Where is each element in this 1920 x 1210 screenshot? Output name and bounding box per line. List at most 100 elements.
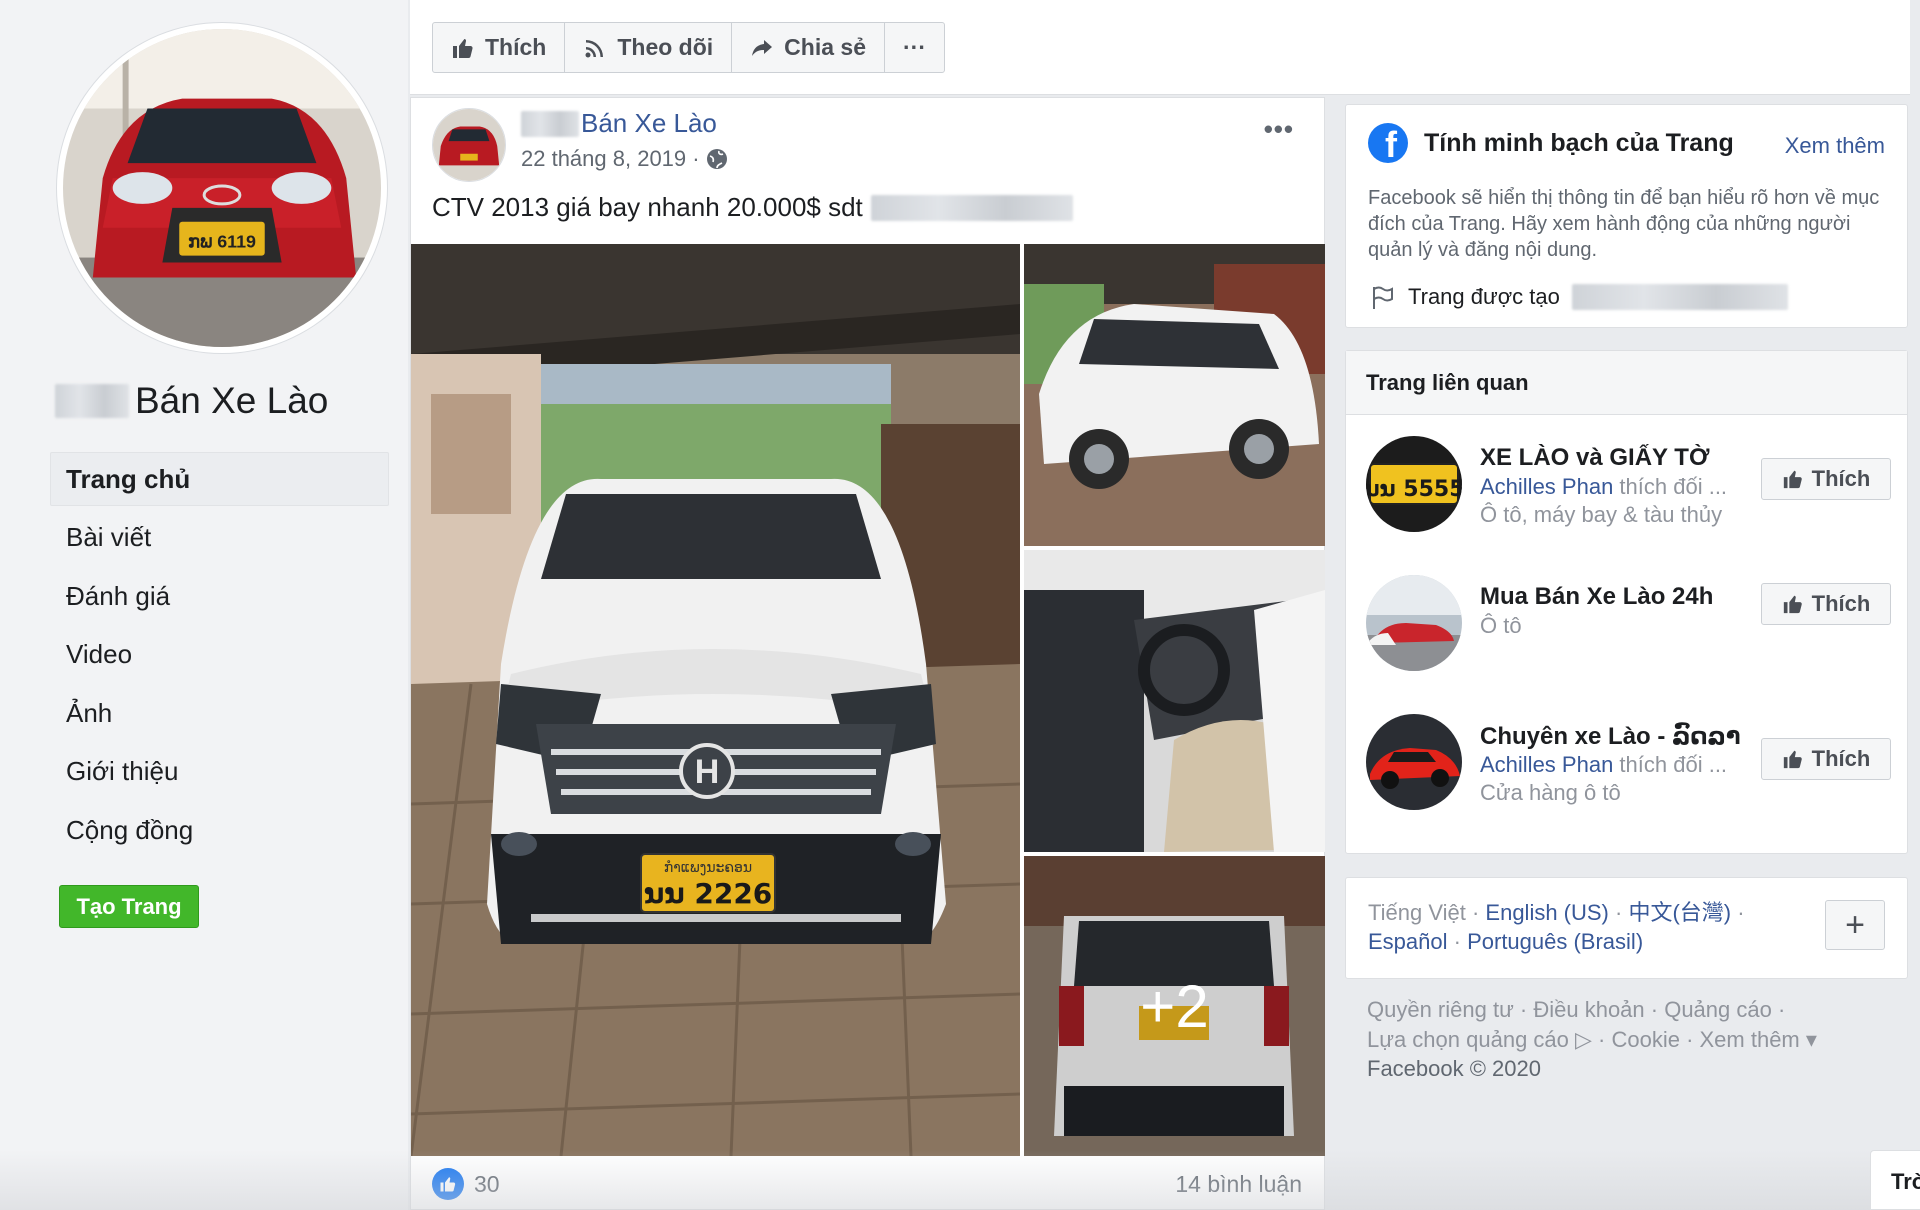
page-action-bar: Thích Theo dõi Chia sẻ ··· [410, 0, 1910, 95]
related-page-item: Chuyên xe Lào - ລົດລາ... Achilles Phan t… [1366, 714, 1891, 814]
related-page-category: Cửa hàng ô tô [1480, 780, 1621, 805]
redacted-phone [870, 194, 1073, 221]
related-page-item: ນນ 5555 XE LÀO và GIẤY TỜ Achilles Phan … [1366, 436, 1891, 536]
white-suv-front-image: H ກໍາແພງນະຄອນ ນນ 2226 [411, 244, 1020, 1156]
related-page-item: Mua Bán Xe Lào 24h Ô tô Thích [1366, 575, 1891, 675]
post-author-name[interactable]: Bán Xe Lào [581, 108, 717, 139]
left-column: ກພ 6119 Bán Xe Lào Trang chủ Bài viết Đá… [0, 0, 408, 1210]
white-suv-side-image [1024, 244, 1325, 546]
nav-item-videos[interactable]: Video [50, 628, 389, 682]
page-transparency-card: f Tính minh bạch của Trang Xem thêm Face… [1345, 104, 1908, 328]
like-count: 30 [474, 1170, 500, 1197]
license-plate-avatar-image: ນນ 5555 [1366, 436, 1462, 532]
post-photo-3[interactable] [1024, 550, 1325, 852]
more-photos-overlay[interactable]: +2 [1024, 856, 1325, 1156]
post-options-icon[interactable]: ••• [1264, 114, 1294, 145]
related-page-name[interactable]: Chuyên xe Lào - ລົດລາ... [1480, 722, 1740, 751]
nav-item-about[interactable]: Giới thiệu [50, 745, 389, 799]
page-name[interactable]: Bán Xe Lào [55, 380, 328, 422]
page-name-text[interactable]: Bán Xe Lào [135, 380, 328, 422]
nav-item-reviews[interactable]: Đánh giá [50, 569, 389, 623]
nav-item-home[interactable]: Trang chủ [50, 452, 389, 506]
language-link[interactable]: English (US) [1485, 900, 1608, 925]
globe-icon [706, 149, 727, 169]
related-page-like-button[interactable]: Thích [1761, 583, 1891, 625]
profile-picture[interactable]: ກພ 6119 [57, 23, 387, 353]
more-options-button[interactable]: ··· [885, 23, 944, 72]
current-language: Tiếng Việt [1368, 900, 1466, 925]
related-page-name[interactable]: XE LÀO và GIẤY TỜ [1480, 444, 1740, 472]
post-author-avatar[interactable] [432, 108, 506, 182]
transparency-see-more-link[interactable]: Xem thêm [1785, 133, 1885, 159]
post-photo-2[interactable] [1024, 244, 1325, 546]
post-photo-4[interactable]: +2 [1024, 856, 1325, 1156]
red-car-image: ກພ 6119 [63, 29, 381, 347]
redacted-author-prefix [521, 110, 579, 137]
facebook-logo-icon: f [1368, 123, 1408, 163]
related-page-avatar[interactable]: ນນ 5555 [1366, 436, 1462, 532]
chat-corner-tab[interactable]: Trò [1870, 1150, 1920, 1210]
related-pages-title: Trang liên quan [1346, 351, 1907, 415]
related-pages-card: Trang liên quan ນນ 5555 XE LÀO và GIẤY T… [1345, 350, 1908, 854]
page-created-row: Trang được tạo [1368, 283, 1788, 311]
related-page-avatar[interactable] [1366, 575, 1462, 671]
like-label: Thích [1811, 746, 1871, 771]
svg-text:H: H [695, 753, 720, 791]
language-list: Tiếng Việt · English (US) · 中文(台灣) · Esp… [1368, 898, 1798, 956]
post-text: CTV 2013 giá bay nhanh 20.000$ sdt [432, 192, 1073, 223]
related-page-like-button[interactable]: Thích [1761, 458, 1891, 500]
transparency-description: Facebook sẽ hiển thị thông tin để bạn hi… [1368, 187, 1880, 261]
svg-text:ນນ 5555: ນນ 5555 [1366, 477, 1462, 502]
follow-button[interactable]: Theo dõi [565, 23, 733, 72]
like-label: Thích [1811, 466, 1871, 491]
like-reaction-icon [432, 1168, 464, 1200]
nav-item-community[interactable]: Cộng đồng [50, 803, 389, 857]
share-label: Chia sẻ [784, 34, 866, 60]
post-timestamp[interactable]: 22 tháng 8, 2019 · [521, 146, 728, 172]
post-footer: 30 14 bình luận [411, 1156, 1324, 1210]
thumbs-up-icon [1783, 470, 1802, 489]
share-button[interactable]: Chia sẻ [732, 23, 885, 72]
separator: · [1447, 929, 1468, 954]
language-link[interactable]: Português (Brasil) [1467, 929, 1643, 954]
thumbs-up-icon [1783, 595, 1802, 614]
like-label: Thích [1811, 591, 1871, 616]
language-link[interactable]: 中文(台灣) [1628, 900, 1731, 925]
suv-interior-image [1024, 550, 1325, 852]
related-page-like-button[interactable]: Thích [1761, 738, 1891, 780]
like-page-button[interactable]: Thích [433, 23, 566, 72]
post-photo-main[interactable]: H ກໍາແພງນະຄອນ ນນ 2226 [411, 244, 1020, 1156]
liker-suffix: thích đối ... [1613, 474, 1728, 499]
nav-item-photos[interactable]: Ảnh [50, 686, 389, 740]
comment-count[interactable]: 14 bình luận [1175, 1171, 1302, 1198]
more-dots-icon: ··· [903, 34, 926, 60]
red-sports-car-avatar-image [1366, 714, 1462, 810]
liker-link[interactable]: Achilles Phan [1480, 474, 1613, 499]
related-page-avatar[interactable] [1366, 714, 1462, 810]
add-language-button[interactable]: + [1825, 900, 1885, 950]
footer-links-line2[interactable]: Lựa chọn quảng cáo ▷ · Cookie · Xem thêm… [1367, 1025, 1887, 1055]
footer-links-line1[interactable]: Quyền riêng tư · Điều khoản · Quảng cáo … [1367, 995, 1887, 1025]
svg-text:ກໍາແພງນະຄອນ: ກໍາແພງນະຄອນ [664, 860, 752, 876]
related-page-name[interactable]: Mua Bán Xe Lào 24h [1480, 583, 1740, 611]
post-author[interactable]: Bán Xe Lào [521, 108, 717, 139]
action-button-group: Thích Theo dõi Chia sẻ ··· [432, 22, 945, 73]
car-lot-avatar-image [1366, 575, 1462, 671]
transparency-header: f Tính minh bạch của Trang [1368, 123, 1734, 163]
like-label: Thích [485, 34, 547, 60]
language-card: Tiếng Việt · English (US) · 中文(台灣) · Esp… [1345, 877, 1908, 979]
create-page-button[interactable]: Tạo Trang [59, 885, 199, 928]
post-card: Bán Xe Lào 22 tháng 8, 2019 · ••• CTV 20… [410, 97, 1325, 1210]
svg-text:ນນ 2226: ນນ 2226 [644, 877, 773, 910]
reaction-count[interactable]: 30 [432, 1168, 500, 1200]
related-page-category: Ô tô, máy bay & tàu thủy [1480, 502, 1723, 527]
nav-item-posts[interactable]: Bài viết [50, 511, 389, 565]
language-link[interactable]: Español [1368, 929, 1448, 954]
post-date-text[interactable]: 22 tháng 8, 2019 · [521, 146, 700, 172]
liker-link[interactable]: Achilles Phan [1480, 752, 1613, 777]
related-page-category: Ô tô [1480, 613, 1522, 638]
thumbs-up-icon [1783, 750, 1802, 769]
page-created-label: Trang được tạo [1408, 284, 1560, 309]
related-page-social: Achilles Phan thích đối ... [1480, 752, 1727, 778]
footer-links: Quyền riêng tư · Điều khoản · Quảng cáo … [1367, 995, 1887, 1084]
